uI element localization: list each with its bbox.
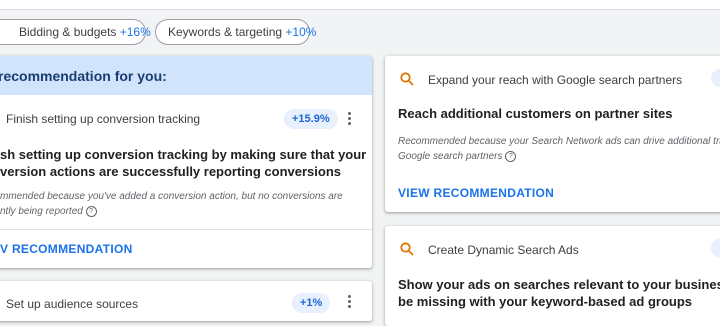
recommendation-heading: sh setting up conversion tracking by mak… <box>0 146 370 180</box>
recommendation-card: Expand your reach with Google search par… <box>385 56 720 212</box>
help-icon[interactable]: ? <box>85 205 97 217</box>
chip-label: Bidding & budgets <box>19 25 117 39</box>
reason-line: mmended because you've added a conversio… <box>0 191 343 202</box>
more-options-icon[interactable] <box>348 112 352 127</box>
card-header-title: recommendation for you: <box>0 68 167 84</box>
recommendation-card: Set up audience sources +1% <box>0 281 372 321</box>
recommendation-type: Expand your reach with Google search par… <box>428 73 683 87</box>
chip-pct: +16% <box>119 25 151 39</box>
chip-bidding-budgets[interactable]: Bidding & budgets +16% <box>0 19 151 45</box>
recommendation-reason: mmended because you've added a conversio… <box>0 189 370 219</box>
score-badge <box>711 69 720 87</box>
heading-line: Show your ads on searches relevant to yo… <box>398 277 720 292</box>
score-badge: +1% <box>292 293 331 313</box>
recommendation-type: Set up audience sources <box>6 297 139 311</box>
reason-line: Google search partners <box>398 151 503 162</box>
chip-label: Keywords & targeting <box>168 25 283 39</box>
recommendation-type: Create Dynamic Search Ads <box>428 243 579 257</box>
chip-pct: +10% <box>285 25 317 39</box>
help-icon[interactable]: ? <box>505 150 517 162</box>
top-bar <box>0 0 720 10</box>
score-badge <box>711 239 720 257</box>
search-icon <box>400 242 414 256</box>
heading-line: version actions are successfully reporti… <box>0 164 342 179</box>
recommendation-reason: Recommended because your Search Network … <box>398 134 720 164</box>
recommendation-type: Finish setting up conversion tracking <box>6 112 201 126</box>
reason-line: Recommended because your Search Network … <box>398 136 720 147</box>
top-recommendation-card: recommendation for you: Finish setting u… <box>0 56 372 268</box>
view-recommendation-link[interactable]: V RECOMMENDATION <box>0 242 133 256</box>
heading-line: be missing with your keyword-based ad gr… <box>398 294 692 309</box>
chip-keywords-targeting[interactable]: Keywords & targeting +10% <box>155 19 316 45</box>
recommendation-heading: Show your ads on searches relevant to yo… <box>398 276 720 310</box>
reason-line: ntly being reported <box>0 206 83 217</box>
divider <box>0 229 372 230</box>
heading-line: sh setting up conversion tracking by mak… <box>0 147 367 162</box>
card-header: recommendation for you: <box>0 56 372 95</box>
recommendation-heading: Reach additional customers on partner si… <box>398 106 673 121</box>
score-badge: +15.9% <box>284 109 338 129</box>
recommendation-card: Create Dynamic Search Ads Show your ads … <box>385 226 720 326</box>
search-icon <box>400 72 414 86</box>
view-recommendation-link[interactable]: VIEW RECOMMENDATION <box>398 186 554 200</box>
